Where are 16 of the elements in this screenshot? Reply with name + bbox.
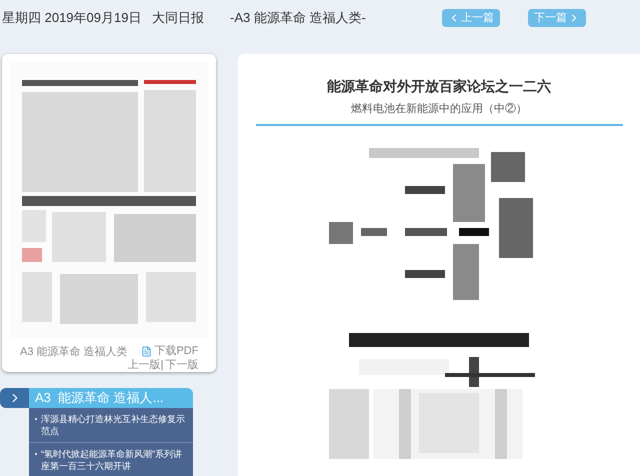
article-list-item[interactable]: “氢时代掀起能源革命新风潮”系列讲座第一百三十六期开讲	[29, 442, 193, 476]
date-text: 星期四 2019年09月19日	[2, 9, 142, 28]
next-article-button[interactable]: 下一篇	[528, 9, 586, 27]
previous-article-button[interactable]: 上一篇	[442, 9, 500, 27]
article-subtitle: 燃料电池在新能源中的应用（中②）	[351, 102, 527, 117]
download-pdf-link[interactable]: 下载PDF	[141, 344, 198, 358]
article-title: 能源革命对外开放百家论坛之一二六	[327, 77, 551, 96]
article-list-item[interactable]: 浑源县精心打造林光互补生态修复示范点	[29, 408, 193, 442]
page-label: A3 能源革命 造福人类	[20, 345, 128, 359]
next-page-link[interactable]: 下一版	[165, 358, 198, 372]
pdf-file-icon	[141, 346, 152, 356]
previous-page-link[interactable]: 上一版|	[128, 358, 164, 372]
chevron-tab[interactable]	[0, 388, 29, 408]
section-title: A3 能源革命 造福人...	[29, 388, 193, 408]
newspaper-name: 大同日报	[152, 9, 205, 28]
page-title: -A3 能源革命 造福人类-	[230, 9, 367, 28]
